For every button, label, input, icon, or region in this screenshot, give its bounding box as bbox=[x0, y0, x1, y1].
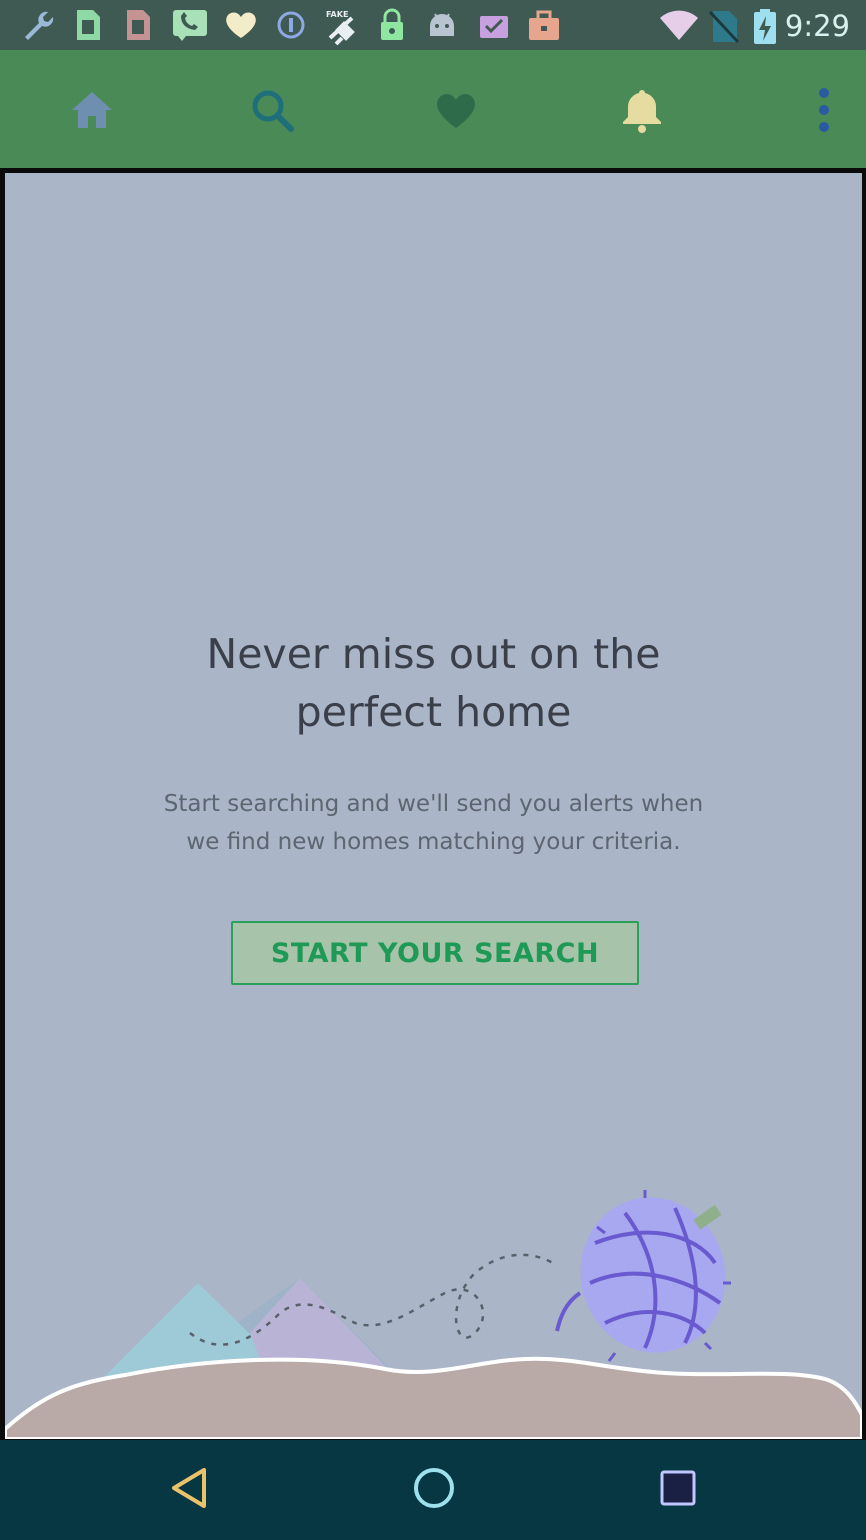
headline-line-2: perfect home bbox=[295, 688, 572, 736]
recents-button[interactable] bbox=[650, 1464, 706, 1516]
android-icon bbox=[426, 8, 458, 46]
home-circle-icon bbox=[412, 1466, 456, 1514]
status-bar: FAKE 9:29 bbox=[0, 0, 866, 50]
svg-text:FAKE: FAKE bbox=[326, 10, 348, 19]
notifications-icon bbox=[618, 86, 666, 138]
wrench-icon bbox=[20, 8, 56, 46]
phone-icon bbox=[172, 8, 208, 46]
search-icon bbox=[248, 86, 296, 138]
hills-tumbleweed-illustration bbox=[5, 1183, 862, 1439]
overflow-menu-icon bbox=[817, 86, 831, 138]
home-button[interactable] bbox=[64, 86, 120, 138]
headline-line-1: Never miss out on the bbox=[206, 630, 661, 678]
no-sim-icon bbox=[708, 8, 740, 48]
empty-state-panel: Never miss out on the perfect home Start… bbox=[5, 173, 862, 1439]
wifi-icon bbox=[658, 8, 700, 46]
favorites-icon bbox=[432, 88, 480, 136]
description-line-2: we find new homes matching your criteria… bbox=[186, 829, 681, 855]
home-icon bbox=[68, 88, 116, 136]
recents-icon bbox=[658, 1468, 698, 1512]
back-icon bbox=[168, 1465, 212, 1515]
overflow-menu-button[interactable] bbox=[796, 86, 852, 138]
search-button[interactable] bbox=[244, 86, 300, 138]
empty-state-headline: Never miss out on the perfect home bbox=[5, 625, 862, 741]
notifications-button[interactable] bbox=[614, 86, 670, 138]
start-search-button[interactable]: START YOUR SEARCH bbox=[231, 921, 639, 985]
back-button[interactable] bbox=[162, 1464, 218, 1516]
favorites-button[interactable] bbox=[428, 86, 484, 138]
lock-icon bbox=[378, 8, 406, 46]
fake-gps-icon: FAKE bbox=[322, 8, 360, 52]
system-navigation-bar bbox=[0, 1440, 866, 1540]
checklist-icon bbox=[476, 8, 512, 46]
app-bar bbox=[0, 50, 866, 168]
clock: 9:29 bbox=[784, 9, 850, 43]
sim-icon bbox=[74, 8, 102, 46]
info-icon bbox=[276, 8, 306, 46]
description-line-1: Start searching and we'll send you alert… bbox=[163, 791, 704, 817]
battery-charging-icon bbox=[752, 8, 778, 50]
briefcase-icon bbox=[526, 8, 562, 46]
sim-alt-icon bbox=[124, 8, 152, 46]
heart-icon bbox=[222, 8, 260, 46]
home-nav-button[interactable] bbox=[406, 1464, 462, 1516]
empty-state-description: Start searching and we'll send you alert… bbox=[5, 785, 862, 861]
